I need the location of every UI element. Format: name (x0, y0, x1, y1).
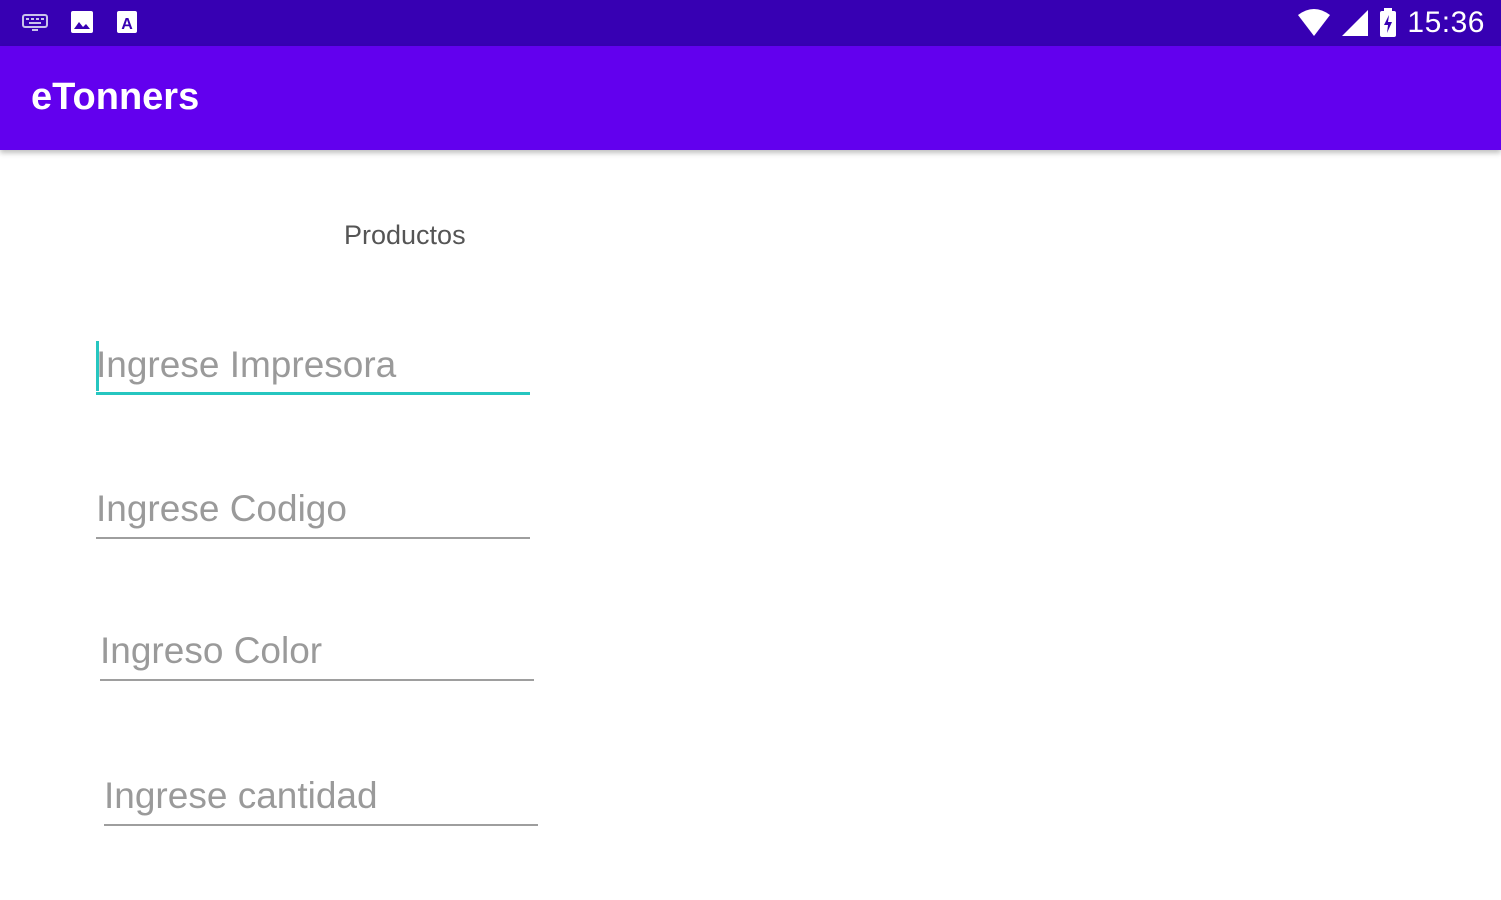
image-icon (70, 10, 94, 34)
code-input[interactable] (96, 481, 530, 539)
notification-icons: A (22, 10, 138, 34)
quantity-input[interactable] (104, 768, 538, 826)
quantity-field[interactable] (104, 768, 538, 828)
code-field[interactable] (96, 481, 530, 541)
a-box-icon: A (116, 10, 138, 34)
color-field[interactable] (100, 623, 534, 683)
status-bar: A 15:36 (0, 0, 1501, 46)
app-title: eTonners (31, 76, 200, 118)
section-title: Productos (344, 220, 466, 250)
printer-field[interactable] (96, 337, 530, 397)
keyboard-icon (22, 12, 48, 32)
wifi-icon (1297, 9, 1331, 37)
text-cursor (96, 341, 99, 391)
color-input[interactable] (100, 623, 534, 681)
status-time: 15:36 (1407, 6, 1485, 39)
app-screen: A 15:36 eTonners Productos Ingrese Impre… (0, 0, 1501, 900)
svg-text:A: A (121, 16, 133, 33)
battery-icon (1379, 8, 1397, 38)
printer-input[interactable] (96, 337, 530, 395)
system-icons: 15:36 (1297, 0, 1485, 46)
cell-signal-icon (1341, 9, 1369, 37)
app-bar: eTonners (0, 46, 1501, 150)
